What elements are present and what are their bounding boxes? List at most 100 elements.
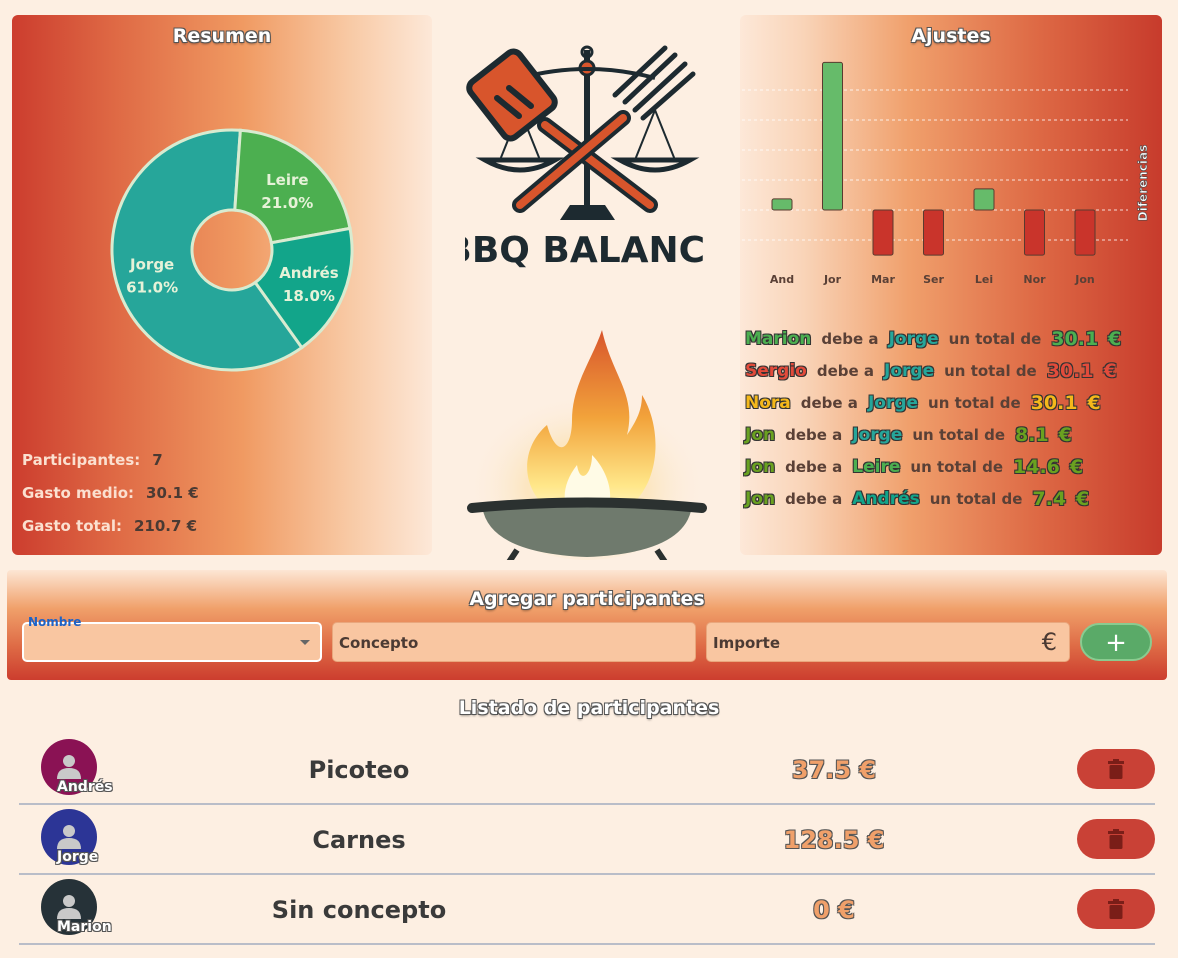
debe-a-text: debe a: [800, 394, 858, 412]
settlements-title: Ajustes: [911, 25, 991, 47]
add-section-title: Agregar participantes: [469, 588, 705, 610]
person-icon: [57, 755, 81, 779]
pie-label-name: Leire: [266, 171, 308, 189]
delete-button[interactable]: [1077, 749, 1155, 789]
pie-label-percent: 21.0%: [261, 194, 313, 212]
creditor-name: Jorge: [888, 329, 939, 349]
person-icon: [57, 825, 81, 849]
bar-nor: [1024, 209, 1045, 256]
avatar-name: Andrés: [57, 779, 113, 795]
trash-icon: [1108, 899, 1124, 923]
bar-mar: [872, 209, 894, 256]
debtor-name: Sergio: [745, 361, 807, 381]
settlement-amount: 30.1: [1046, 360, 1094, 382]
x-tick-label: Nor: [1023, 273, 1046, 286]
bar-jor: [822, 61, 843, 211]
creditor-name: Jorge: [852, 425, 903, 445]
settlement-row: Nora debe a Jorge un total de 30.1 €: [745, 387, 1121, 419]
pie-label-percent: 61.0%: [126, 279, 178, 297]
grill-fire-illustration: [467, 330, 707, 560]
x-tick-label: Jor: [823, 273, 842, 286]
settlement-amount: 7.4: [1032, 488, 1067, 510]
bar-and: [771, 198, 793, 211]
concepto-input[interactable]: Concepto: [332, 622, 696, 662]
add-participant-section: Agregar participantes Nombre Concepto Im…: [7, 570, 1167, 680]
creditor-name: Jorge: [867, 393, 919, 413]
summary-panel: Resumen Jorge 61.0% Leire 21.0% Andrés 18.0% …: [12, 15, 432, 555]
summary-title: Resumen: [172, 25, 272, 47]
y-axis-label: Diferencias: [1136, 145, 1150, 222]
total-text: un total de: [910, 458, 1004, 476]
x-tick-label: Ser: [923, 273, 944, 286]
differences-bar-chart: And Jor Mar Ser Lei Nor Jon Diferencias: [742, 61, 1150, 286]
avatar-name: Marion: [57, 919, 112, 935]
trash-icon: [1108, 759, 1124, 783]
settlement-amount: 14.6: [1013, 456, 1060, 478]
euro-icon: €: [1087, 392, 1101, 414]
delete-button[interactable]: [1077, 889, 1155, 929]
concept-text: Sin concepto: [271, 896, 447, 924]
settlements-panel: Ajustes And Jor Mar Ser Lei Nor Jon Diferencias…: [740, 15, 1162, 555]
importe-placeholder: Importe: [713, 634, 780, 652]
total-text: un total de: [929, 490, 1023, 508]
person-icon: [57, 895, 81, 919]
debtor-name: Jon: [745, 489, 776, 509]
creditor-name: Andrés: [852, 489, 920, 509]
nombre-select[interactable]: Nombre: [22, 615, 322, 662]
debtor-name: Jon: [745, 457, 776, 477]
stat-label: Gasto medio:: [22, 483, 135, 502]
settlement-row: Jon debe a Andrés un total de 7.4 €: [745, 483, 1121, 515]
x-tick-label: Mar: [871, 273, 895, 286]
logo-text: BBQ BALANCE: [465, 230, 705, 270]
summary-stats: Participantes: 7 Gasto medio: 30.1 € Gas…: [22, 443, 199, 542]
stat-average: Gasto medio: 30.1 €: [22, 476, 199, 509]
stat-participants: Participantes: 7: [22, 443, 199, 476]
settlement-amount: 30.1: [1030, 392, 1078, 414]
settlements-list: Marion debe a Jorge un total de 30.1 € Sergio d…: [745, 323, 1121, 515]
pie-label-name: Jorge: [129, 256, 174, 274]
stat-label: Participantes:: [22, 450, 141, 469]
debe-a-text: debe a: [821, 330, 879, 348]
settlement-row: Jon debe a Jorge un total de 8.1 €: [745, 419, 1121, 451]
settlement-amount: 30.1: [1051, 328, 1099, 350]
euro-icon: €: [1076, 488, 1090, 510]
chevron-down-icon[interactable]: [300, 640, 310, 645]
add-button[interactable]: +: [1080, 623, 1152, 661]
settlement-row: Jon debe a Leire un total de 14.6 €: [745, 451, 1121, 483]
bbq-balance-logo: BBQ BALANCE: [465, 45, 705, 270]
debtor-name: Jon: [745, 425, 776, 445]
debe-a-text: debe a: [785, 458, 843, 476]
importe-input[interactable]: Importe €: [706, 622, 1070, 662]
list-title: Listado de participantes: [458, 697, 720, 719]
pie-label-percent: 18.0%: [283, 287, 335, 305]
trash-icon: [1108, 829, 1124, 853]
settlement-row: Marion debe a Jorge un total de 30.1 €: [745, 323, 1121, 355]
concept-text: Carnes: [312, 826, 406, 854]
creditor-name: Jorge: [884, 361, 935, 381]
amount-text: 0 €: [813, 896, 855, 924]
amount-text: 37.5 €: [791, 756, 877, 784]
delete-button[interactable]: [1077, 819, 1155, 859]
bar-jon: [1074, 209, 1096, 256]
debtor-name: Marion: [745, 329, 812, 349]
total-text: un total de: [912, 426, 1005, 444]
total-text: un total de: [948, 330, 1042, 348]
debe-a-text: debe a: [785, 426, 843, 444]
avatar-name: Jorge: [57, 849, 99, 865]
concepto-placeholder: Concepto: [339, 634, 419, 652]
pie-label-name: Andrés: [279, 264, 339, 282]
bar-ser: [923, 209, 944, 256]
euro-icon: €: [1041, 628, 1057, 656]
euro-icon: €: [1103, 360, 1117, 382]
donut-chart: Jorge 61.0% Leire 21.0% Andrés 18.0%: [110, 128, 354, 372]
creditor-name: Leire: [852, 457, 901, 477]
stat-value: 210.7 €: [133, 516, 198, 535]
stat-value: 30.1 €: [146, 483, 199, 502]
list-item: Jorge Carnes 128.5 €: [19, 805, 1155, 875]
amount-text: 128.5 €: [783, 826, 885, 854]
debe-a-text: debe a: [785, 490, 843, 508]
debe-a-text: debe a: [816, 362, 875, 380]
debtor-name: Nora: [745, 393, 791, 413]
x-tick-label: Jon: [1074, 273, 1094, 286]
list-item: Andrés Picoteo 37.5 €: [19, 735, 1155, 805]
